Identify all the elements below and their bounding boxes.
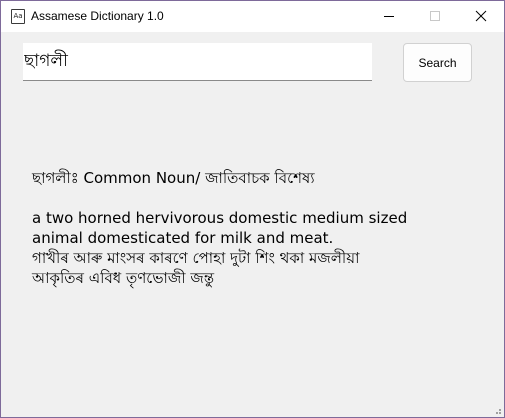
- resize-grip-icon[interactable]: [492, 405, 502, 415]
- definition-assamese-line: গাখীৰ আৰু মাংসৰ কাৰণে পোহা দুটা শিং থকা …: [32, 249, 360, 267]
- app-window: Aa Assamese Dictionary 1.0 Search ছাগলীঃ…: [0, 0, 505, 418]
- minimize-button[interactable]: [366, 1, 412, 32]
- result-panel: ছাগলীঃ Common Noun/ জাতিবাচক বিশেষ্য a t…: [32, 168, 472, 288]
- search-button[interactable]: Search: [403, 43, 472, 82]
- maximize-button[interactable]: [412, 1, 458, 32]
- result-spacer: [32, 188, 472, 208]
- title-bar[interactable]: Aa Assamese Dictionary 1.0: [1, 1, 504, 32]
- maximize-icon: [430, 11, 440, 21]
- minimize-icon: [384, 16, 394, 17]
- result-heading: ছাগলীঃ Common Noun/ জাতিবাচক বিশেষ্য: [32, 169, 315, 187]
- close-button[interactable]: [458, 1, 504, 32]
- window-title: Assamese Dictionary 1.0: [31, 9, 164, 23]
- search-input[interactable]: [23, 43, 372, 81]
- app-icon: Aa: [11, 9, 25, 24]
- definition-english-line: animal domesticated for milk and meat.: [32, 229, 334, 247]
- definition-assamese-line: আকৃতিৰ এবিধ তৃণভোজী জন্তু: [32, 269, 215, 287]
- close-icon: [475, 10, 487, 22]
- definition-english-line: a two horned hervivorous domestic medium…: [32, 209, 408, 227]
